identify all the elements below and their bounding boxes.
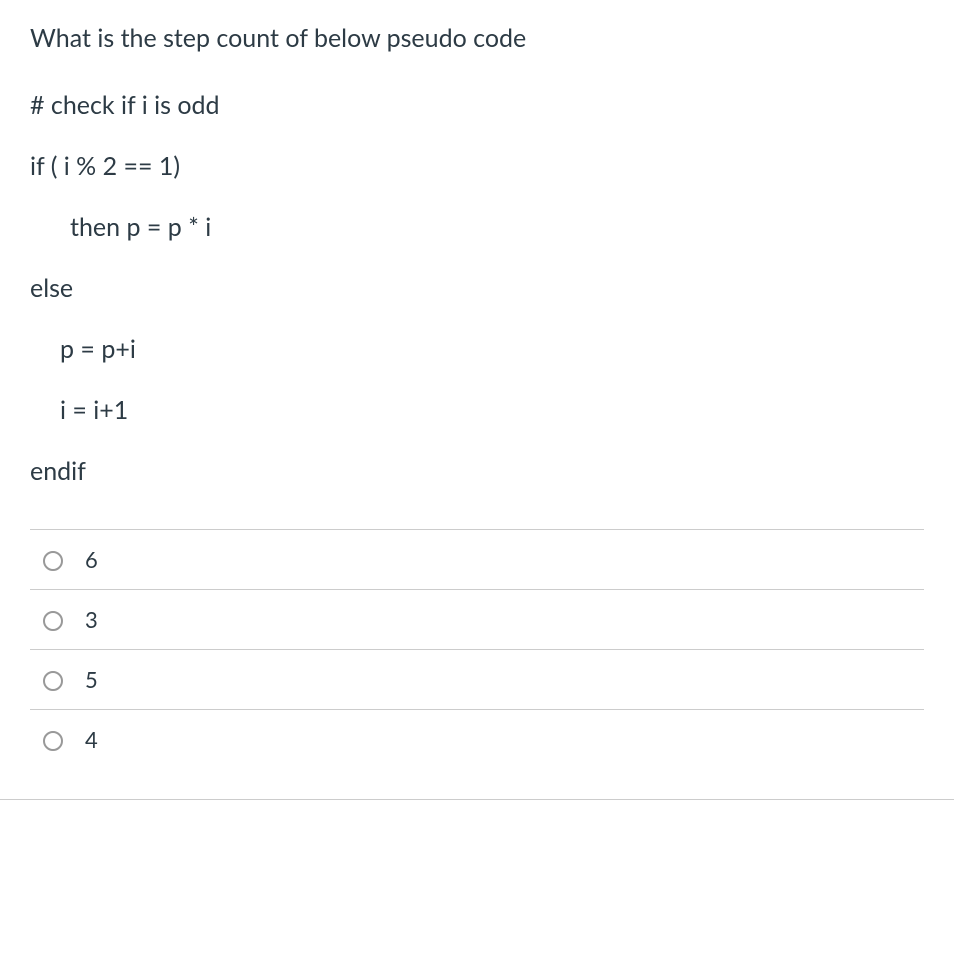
option-radio[interactable] [43,731,63,751]
code-line: p = p+i [30,332,924,367]
code-line: i = i+1 [30,393,924,428]
code-line: then p = p * i [30,210,924,245]
option-radio[interactable] [43,671,63,691]
question-prompt: What is the step count of below pseudo c… [30,20,924,58]
code-line: else [30,271,924,306]
code-line: if ( i % 2 == 1) [30,149,924,184]
option-row[interactable]: 3 [30,590,924,650]
option-radio[interactable] [43,551,63,571]
footer-divider [0,799,954,800]
option-label: 3 [85,606,98,633]
option-radio[interactable] [43,611,63,631]
option-row[interactable]: 5 [30,650,924,710]
option-label: 6 [85,546,98,573]
question-container: What is the step count of below pseudo c… [0,0,954,779]
option-label: 5 [85,666,98,693]
option-row[interactable]: 6 [30,530,924,590]
code-line: endif [30,454,924,489]
code-line: # check if i is odd [30,88,924,123]
option-label: 4 [85,726,98,753]
option-row[interactable]: 4 [30,710,924,769]
pseudocode-block: # check if i is odd if ( i % 2 == 1) the… [30,88,924,489]
answer-options: 6 3 5 4 [30,529,924,769]
